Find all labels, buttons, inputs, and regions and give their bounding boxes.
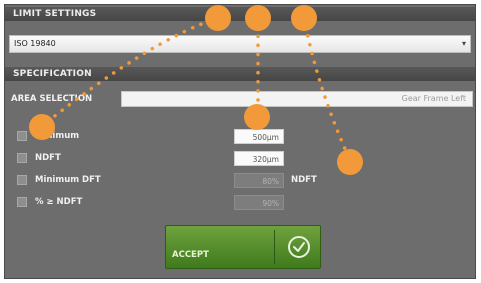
callout-marker-top-1	[205, 5, 231, 31]
callout-marker-checkbox	[29, 114, 55, 140]
callout-marker-unit	[337, 149, 363, 175]
callout-leader-3	[302, 16, 352, 162]
callout-marker-top-3	[291, 5, 317, 31]
callout-marker-top-2	[245, 5, 271, 31]
callout-leaders	[40, 16, 352, 162]
callout-leader-1	[40, 16, 220, 128]
callout-marker-value	[244, 104, 270, 130]
